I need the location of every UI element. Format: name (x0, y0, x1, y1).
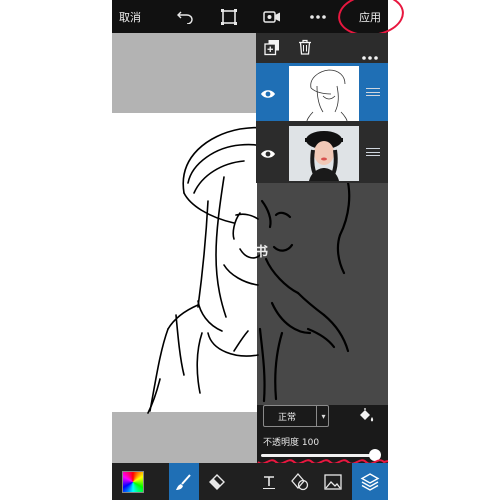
color-swatch-icon (122, 470, 144, 493)
brush-tool-button[interactable] (169, 463, 199, 500)
cancel-label: 取消 (119, 10, 141, 24)
layer-thumbnail-photo (289, 126, 359, 181)
bottom-toolbar (112, 463, 388, 500)
layers-icon (360, 472, 380, 491)
chevron-down-icon: ▾ (316, 406, 330, 426)
add-layer-icon[interactable] (264, 39, 280, 60)
image-icon (324, 473, 342, 490)
drag-handle-icon[interactable] (366, 88, 380, 96)
brush-icon (176, 473, 191, 490)
layers-panel (256, 33, 388, 183)
layer-thumbnail-sketch (289, 66, 359, 121)
text-tool-button[interactable] (256, 463, 282, 500)
watermark-text: 书 (255, 245, 269, 260)
text-icon (263, 475, 275, 489)
shapes-icon (291, 472, 309, 490)
eraser-icon (209, 473, 225, 490)
trash-icon[interactable] (298, 39, 312, 59)
eye-icon[interactable] (260, 145, 276, 158)
record-icon[interactable] (258, 0, 286, 33)
crop-icon[interactable] (215, 0, 243, 33)
layer-row-photo[interactable] (256, 123, 388, 181)
eraser-tool-button[interactable] (201, 463, 231, 500)
blend-mode-select[interactable]: 正常 ▾ (263, 405, 329, 427)
blend-mode-label: 正常 (278, 413, 297, 423)
layers-tool-button[interactable] (352, 463, 388, 500)
layers-more-icon[interactable] (362, 45, 378, 64)
shapes-tool-button[interactable] (286, 463, 314, 500)
undo-icon[interactable] (171, 0, 199, 33)
fill-bucket-icon[interactable] (357, 408, 375, 428)
layers-panel-header (256, 33, 388, 61)
layer-row-sketch[interactable] (256, 63, 388, 121)
color-picker-button[interactable] (112, 463, 154, 500)
image-tool-button[interactable] (318, 463, 348, 500)
blend-panel: 正常 ▾ 不透明度 100 (257, 405, 388, 463)
cancel-button[interactable]: 取消 (112, 0, 148, 33)
eye-icon[interactable] (260, 85, 276, 98)
more-icon[interactable] (304, 0, 332, 33)
opacity-label: 不透明度 100 (263, 438, 320, 448)
drag-handle-icon[interactable] (366, 148, 380, 156)
